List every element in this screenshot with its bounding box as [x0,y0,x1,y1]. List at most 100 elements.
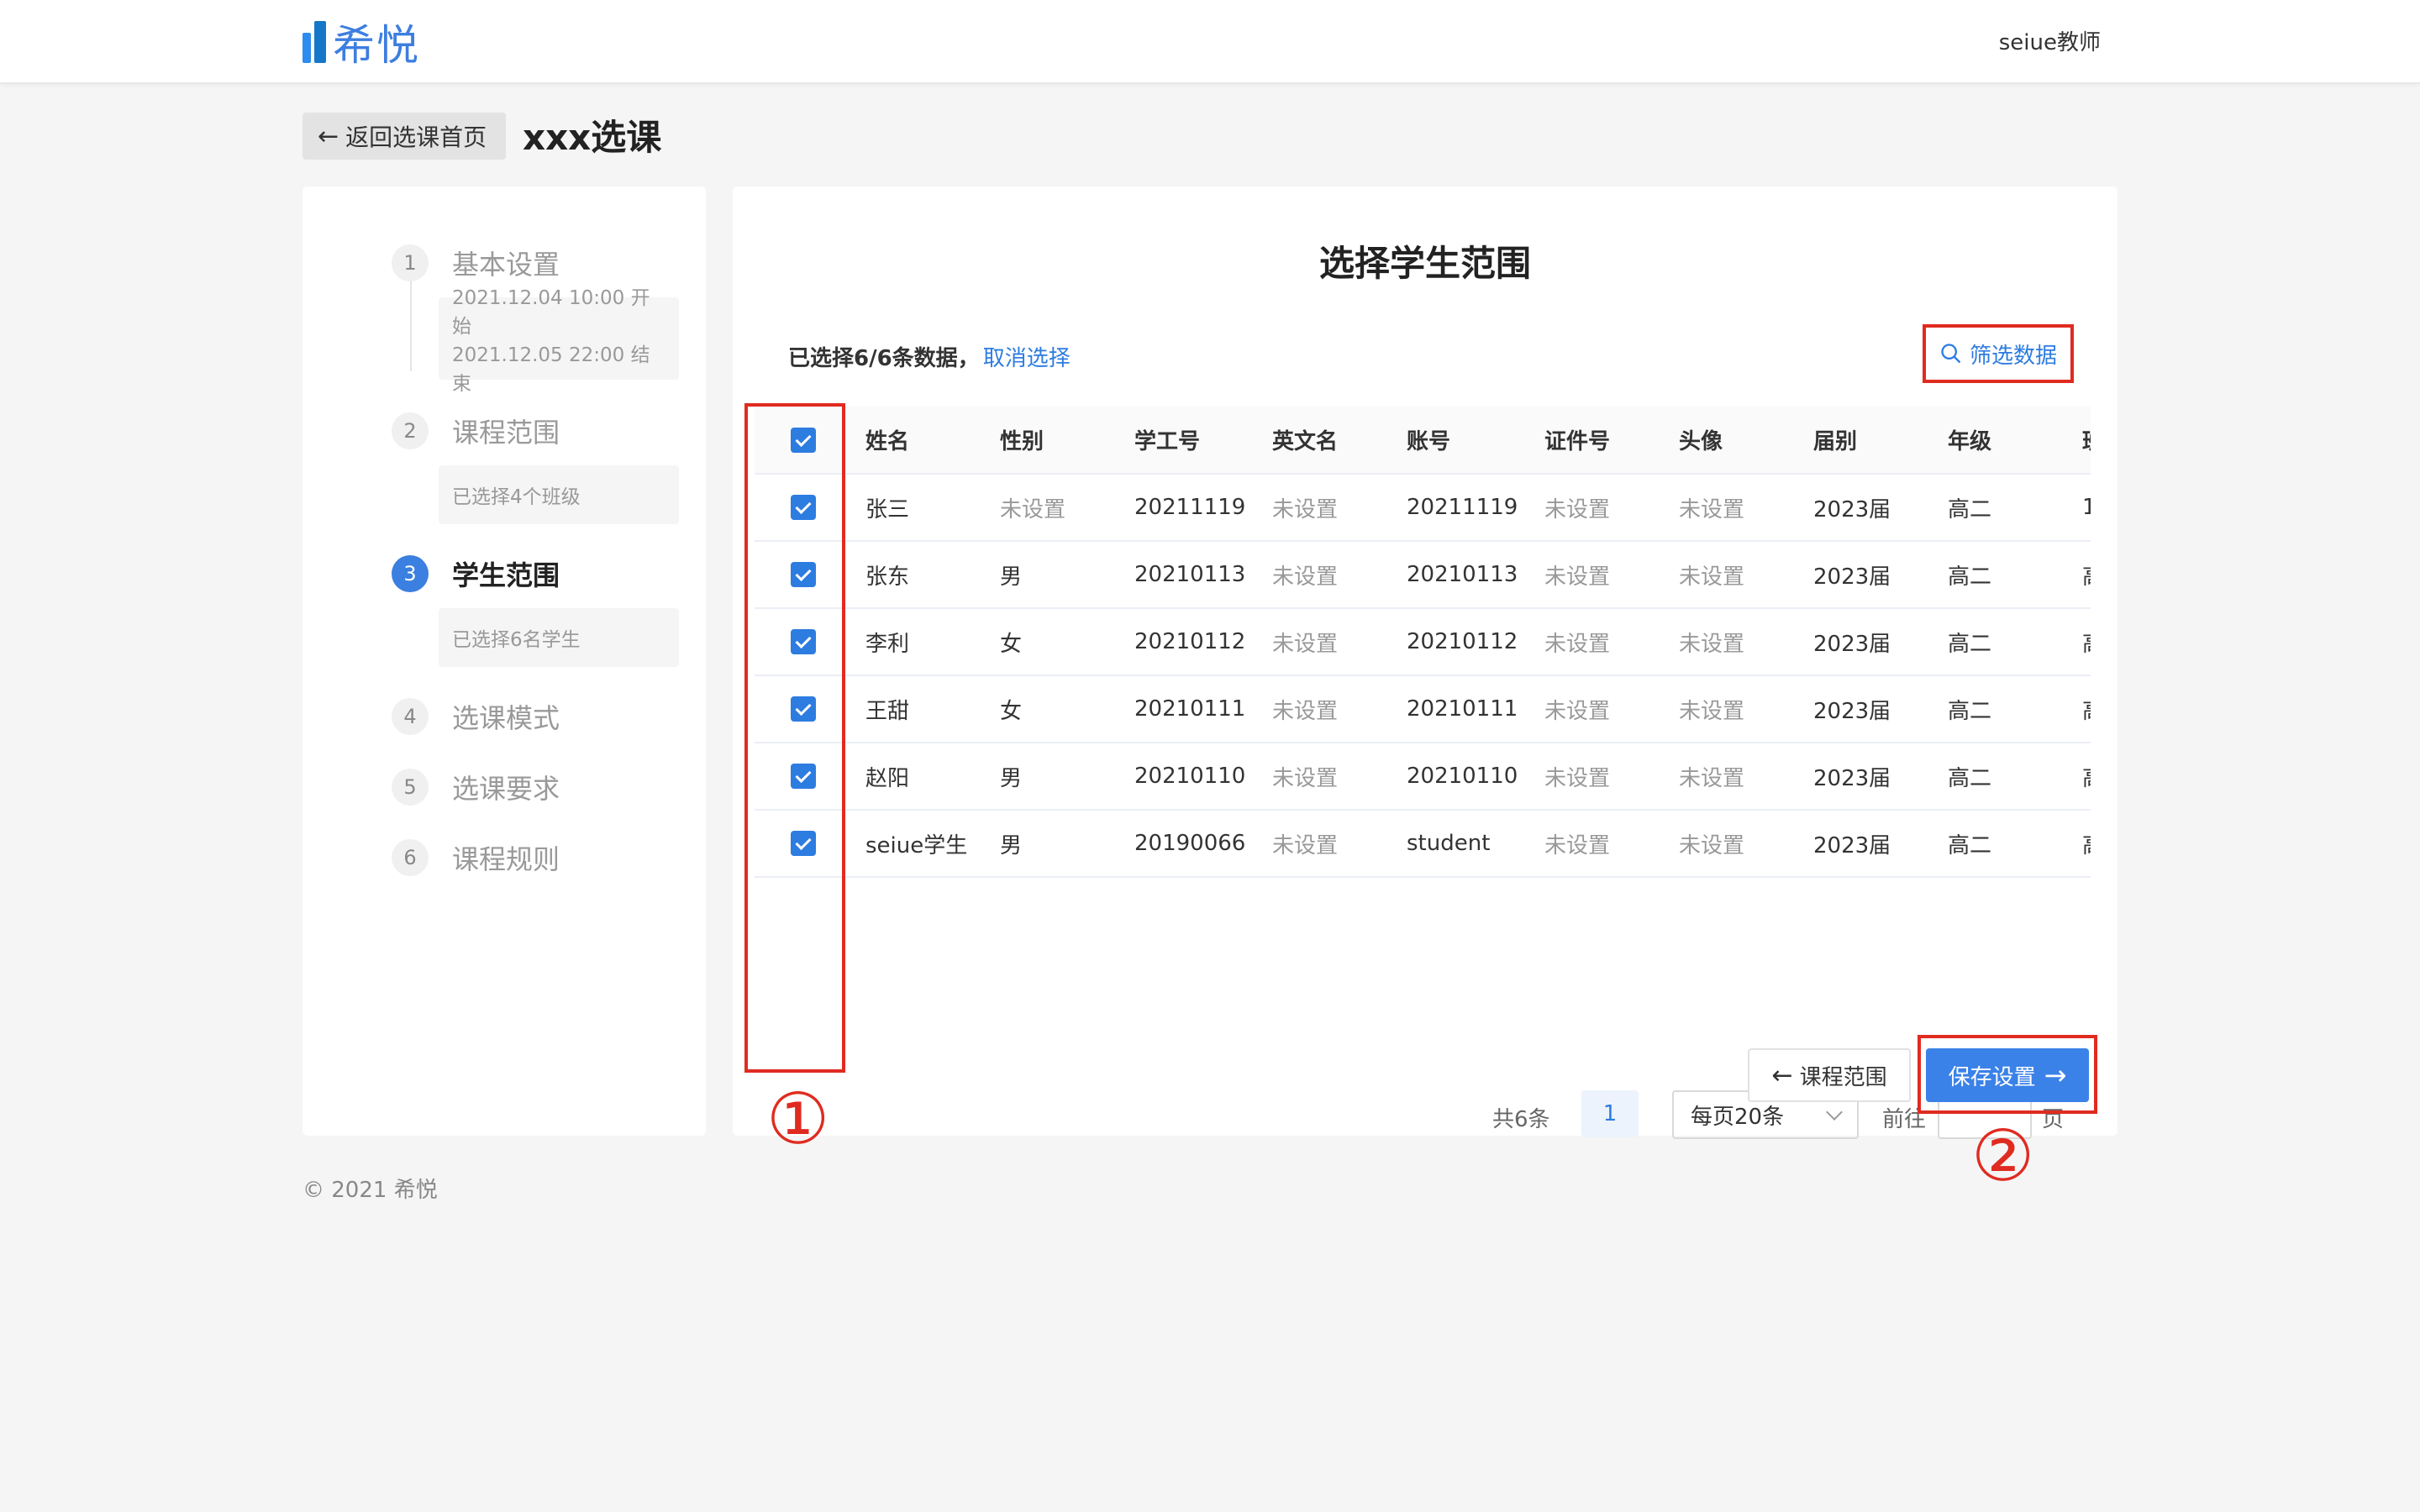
row-checkbox[interactable] [791,764,816,790]
page-title: xxx选课 [523,117,662,158]
step-student-range[interactable]: 3 学生范围 [392,554,560,593]
footer-copyright: © 2021 希悦 [302,1178,438,1203]
row-select-cell [755,810,852,878]
pagination-page-1[interactable]: 1 [1581,1090,1639,1137]
table-row[interactable]: 李利女20210112未设置20210112未设置未设置2023届高二高 [755,608,2091,676]
table-cell: 高二 [1934,541,2069,609]
table-cell: 20210111 [1393,675,1531,743]
table-cell: 高二 [1934,743,2069,811]
goto-label: 前往 [1882,1107,1927,1132]
steps-sidebar: 1 基本设置 2021.12.04 10:00 开始 2021.12.05 22… [302,186,706,1136]
arrow-right-icon: → [2044,1059,2067,1091]
select-all-checkbox[interactable] [791,427,816,453]
start-time: 2021.12.04 10:00 开始 [452,287,650,338]
step-label: 基本设置 [452,249,560,281]
table-cell: 未设置 [986,474,1121,542]
step-number: 2 [392,412,429,449]
table-cell: 张东 [852,541,986,609]
save-settings-button[interactable]: 保存设置 → [1926,1048,2089,1102]
table-cell: 20210113 [1121,541,1259,609]
logo[interactable]: 希悦 [302,17,420,70]
table-cell: 20210111 [1121,675,1259,743]
row-select-cell [755,608,852,676]
table-cell: 未设置 [1531,743,1665,811]
table-cell: 高二 [1934,675,2069,743]
table-cell: 20190066 [1121,810,1259,878]
step-label: 课程范围 [452,417,560,449]
table-cell: 20210112 [1393,608,1531,676]
row-checkbox[interactable] [791,629,816,655]
step-selection-requirements[interactable]: 5 选课要求 [392,768,560,806]
table-cell: 2023届 [1800,608,1934,676]
column-header: 账号 [1393,407,1531,475]
save-label: 保存设置 [1948,1064,2036,1090]
step-course-range[interactable]: 2 课程范围 [392,412,560,450]
column-header: 姓名 [852,407,986,475]
table-cell: 未设置 [1665,743,1800,811]
step-label: 选课模式 [452,702,560,734]
row-select-cell [755,675,852,743]
filter-data-button[interactable]: 筛选数据 [1923,324,2074,383]
row-checkbox[interactable] [791,696,816,722]
logo-icon [302,21,326,63]
row-checkbox[interactable] [791,831,816,857]
table-cell: 高二 [1934,810,2069,878]
row-checkbox[interactable] [791,495,816,521]
table-cell: 20211119 [1121,474,1259,542]
table-cell: 男 [986,810,1121,878]
column-header: 性别 [986,407,1121,475]
cancel-selection-link[interactable]: 取消选择 [983,346,1071,371]
pagination-total: 共6条 [1492,1107,1550,1132]
table-cell: 2023届 [1800,474,1934,542]
table-cell: 张三 [852,474,986,542]
table-cell: 未设置 [1259,474,1393,542]
table-cell: 未设置 [1665,810,1800,878]
table-row[interactable]: 张东男20210113未设置20210113未设置未设置2023届高二高 [755,541,2091,609]
table-cell: 高 [2069,743,2091,811]
table-cell: 20211119 [1393,474,1531,542]
table-cell: 未设置 [1531,541,1665,609]
table-cell: 男 [986,743,1121,811]
column-header: 头像 [1665,407,1800,475]
table-cell: 未设置 [1531,608,1665,676]
step-number: 6 [392,839,429,876]
search-icon [1941,344,1961,364]
section-title: 选择学生范围 [1318,243,1531,284]
student-table: 姓名 性别 学工号 英文名 账号 证件号 头像 届别 年级 班 张三未设置202… [755,407,2091,1067]
step-number: 3 [392,555,429,592]
select-all-cell [755,407,852,475]
table-cell: 高二 [1934,474,2069,542]
step-detail: 2021.12.04 10:00 开始 2021.12.05 22:00 结束 [439,287,679,395]
step-selection-mode[interactable]: 4 选课模式 [392,697,560,736]
table-cell: 高二 [1934,608,2069,676]
table-row[interactable]: 赵阳男20210110未设置20210110未设置未设置2023届高二高 [755,743,2091,811]
table-cell: 20210112 [1121,608,1259,676]
table-cell: 2023届 [1800,541,1934,609]
back-to-home-button[interactable]: ← 返回选课首页 [302,113,506,160]
column-header: 班 [2069,407,2091,475]
user-menu[interactable]: seiue教师 [1999,25,2101,56]
back-button-label: 返回选课首页 [345,123,487,151]
table-cell: seiue学生 [852,810,986,878]
step-number: 5 [392,769,429,806]
row-checkbox[interactable] [791,562,816,588]
table-cell: 高 [2069,675,2091,743]
page-size-value: 每页20条 [1691,1104,1785,1130]
end-time: 2021.12.05 22:00 结束 [452,344,650,395]
table-row[interactable]: 张三未设置20211119未设置20211119未设置未设置2023届高二1 [755,474,2091,542]
arrow-left-icon: ← [1771,1060,1793,1090]
column-header: 年级 [1934,407,2069,475]
filter-label: 筛选数据 [1969,343,2057,369]
main-panel: 选择学生范围 已选择6/6条数据， 取消选择 筛选数据 姓名 性别 学工号 英文名… [733,186,2118,1191]
arrow-left-icon: ← [318,121,339,151]
chevron-down-icon [1826,1104,1843,1121]
table-cell: student [1393,810,1531,878]
table-row[interactable]: seiue学生男20190066未设置student未设置未设置2023届高二高 [755,810,2091,878]
table-row[interactable]: 王甜女20210111未设置20210111未设置未设置2023届高二高 [755,675,2091,743]
table-cell: 女 [986,675,1121,743]
step-basic-settings[interactable]: 1 基本设置 [392,244,560,282]
prev-step-button[interactable]: ← 课程范围 [1748,1048,1911,1102]
table-cell: 未设置 [1665,474,1800,542]
step-number: 4 [392,698,429,735]
step-course-rules[interactable]: 6 课程规则 [392,838,560,877]
